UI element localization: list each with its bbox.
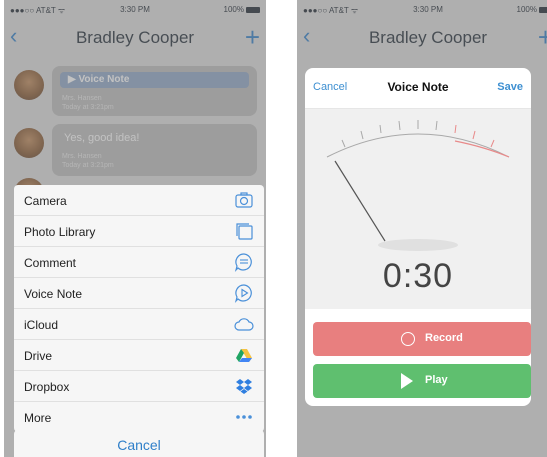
play-label: Play xyxy=(425,374,448,386)
voice-note-icon xyxy=(234,284,252,303)
sheet-item-icloud[interactable]: iCloud xyxy=(14,309,264,340)
sheet-item-drive[interactable]: Drive xyxy=(14,340,264,371)
dropbox-icon xyxy=(236,379,252,394)
recording-timer: 0:30 xyxy=(382,257,454,295)
play-triangle-icon xyxy=(401,373,413,389)
sheet-item-dropbox[interactable]: Dropbox xyxy=(14,371,264,402)
icloud-icon xyxy=(234,318,254,331)
sheet-item-label: Drive xyxy=(24,349,53,363)
cancel-button[interactable]: Cancel xyxy=(14,430,264,457)
record-label: Record xyxy=(425,332,463,344)
sheet-item-comment[interactable]: Comment xyxy=(14,247,264,278)
phone-screen-right: ●●●○○ AT&T ᯤ 3:30 PM 100% ‹ Bradley Coop… xyxy=(297,0,547,457)
voice-note-modal: Cancel Voice Note Save 0:30 Record Play xyxy=(305,68,531,406)
sheet-item-camera[interactable]: Camera xyxy=(14,185,264,216)
sheet-item-label: Voice Note xyxy=(24,287,83,301)
phone-screen-left: ●●●○○ AT&T ᯤ 3:30 PM 100% ‹ Bradley Coop… xyxy=(4,0,266,457)
record-circle-icon xyxy=(401,332,415,346)
camera-icon xyxy=(235,192,253,208)
comment-icon xyxy=(234,253,252,272)
sheet-item-voice-note[interactable]: Voice Note xyxy=(14,278,264,309)
record-button[interactable]: Record xyxy=(313,322,531,356)
vu-meter xyxy=(326,120,510,251)
photo-library-icon xyxy=(236,223,253,240)
sheet-item-photo-library[interactable]: Photo Library xyxy=(14,216,264,247)
sheet-item-label: iCloud xyxy=(24,318,59,332)
sheet-item-label: Camera xyxy=(24,194,67,208)
more-icon xyxy=(236,415,252,419)
modal-header: Cancel Voice Note Save xyxy=(305,68,531,109)
drive-icon xyxy=(236,349,252,362)
sheet-item-label: Photo Library xyxy=(24,225,96,239)
sheet-item-label: Dropbox xyxy=(24,380,70,394)
sheet-item-label: Comment xyxy=(24,256,77,270)
play-button[interactable]: Play xyxy=(313,364,531,398)
modal-save-button[interactable]: Save xyxy=(497,81,523,93)
cancel-label: Cancel xyxy=(117,437,161,453)
vu-meter-panel: 0:30 xyxy=(305,109,531,309)
action-sheet: Camera Photo Library Comment Voice Note … xyxy=(14,185,264,432)
sheet-item-more[interactable]: More xyxy=(14,402,264,432)
sheet-item-label: More xyxy=(24,411,52,425)
